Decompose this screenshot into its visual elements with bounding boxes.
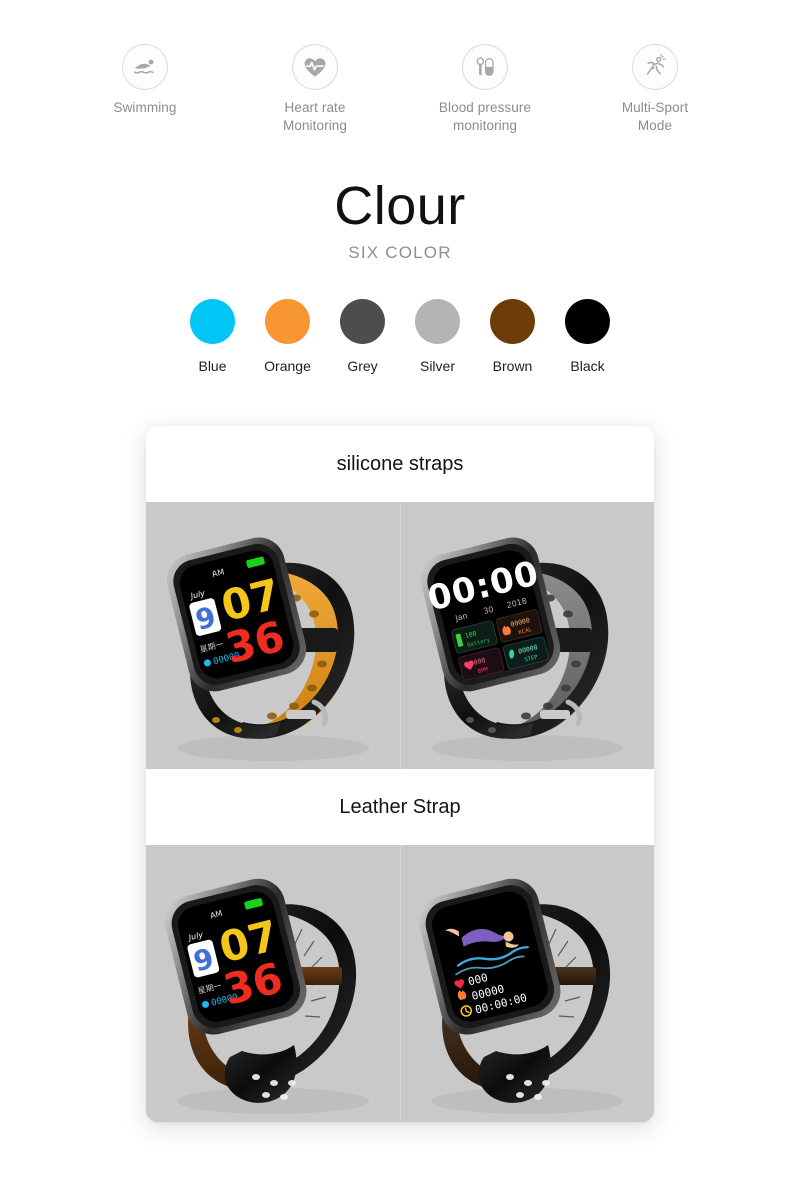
feature-blood-pressure: Blood pressure monitoring <box>427 44 543 135</box>
watch-silicone-grey[interactable]: 00:00 Jan 30 2018 100 Battery 00000 KCAL… <box>400 502 654 769</box>
color-label: Blue <box>198 358 227 375</box>
feature-heart-rate: Heart rate Monitoring <box>257 44 373 135</box>
page-title: Clour <box>334 176 466 237</box>
color-label: Brown <box>492 358 533 375</box>
color-dot[interactable] <box>565 299 610 345</box>
product-card: silicone straps AM July 9 星期一 00000 07 3… <box>146 426 654 1122</box>
heart-rate-icon <box>292 44 338 90</box>
watch-leather-black[interactable]: 000 00000 00:00:00 <box>400 845 654 1122</box>
feature-strip: Swimming Heart rate Monitoring Blood pres… <box>0 0 800 135</box>
watch-image: AM July 9 星期一 00000 07 36 <box>146 502 400 769</box>
page-subtitle: SIX COLOR <box>348 243 452 263</box>
panel-row-silicone: AM July 9 星期一 00000 07 36 00:00 Jan 30 2… <box>146 502 654 769</box>
color-label: Orange <box>264 358 311 375</box>
blood-pressure-icon <box>462 44 508 90</box>
running-icon <box>632 44 678 90</box>
watch-image: 000 00000 00:00:00 <box>400 845 654 1122</box>
color-swatch-list: Blue Orange Grey Silver Brown Black <box>0 299 800 374</box>
color-option-silver[interactable]: Silver <box>415 299 460 374</box>
color-dot[interactable] <box>490 299 535 345</box>
swimming-icon <box>122 44 168 90</box>
watch-image: AM July 9 星期一 00000 07 36 <box>146 845 400 1122</box>
feature-label: Swimming <box>113 100 177 115</box>
color-option-grey[interactable]: Grey <box>340 299 385 374</box>
section-heading-leather: Leather Strap <box>146 769 654 845</box>
color-option-blue[interactable]: Blue <box>190 299 235 374</box>
color-dot[interactable] <box>190 299 235 345</box>
color-dot[interactable] <box>340 299 385 345</box>
color-option-orange[interactable]: Orange <box>264 299 311 375</box>
feature-swimming: Swimming <box>87 44 203 117</box>
watch-image: 00:00 Jan 30 2018 100 Battery 00000 KCAL… <box>400 502 654 769</box>
watch-leather-brown[interactable]: AM July 9 星期一 00000 07 36 <box>146 845 400 1122</box>
color-label: Silver <box>419 358 455 375</box>
color-label: Black <box>570 358 605 375</box>
color-label: Grey <box>347 358 378 375</box>
feature-label: Blood pressure monitoring <box>438 100 532 134</box>
panel-row-leather: AM July 9 星期一 00000 07 36 000 00000 00:0… <box>146 845 654 1122</box>
color-option-brown[interactable]: Brown <box>490 299 535 374</box>
watch-silicone-orange[interactable]: AM July 9 星期一 00000 07 36 <box>146 502 400 769</box>
brand-block: Clour SIX COLOR <box>0 179 800 263</box>
feature-label: Heart rate Monitoring <box>282 100 348 134</box>
feature-multi-sport: Multi-Sport Mode <box>597 44 713 135</box>
color-option-black[interactable]: Black <box>565 299 610 374</box>
feature-label: Multi-Sport Mode <box>621 100 689 134</box>
color-dot[interactable] <box>415 299 460 345</box>
section-heading-silicone: silicone straps <box>146 426 654 502</box>
color-dot[interactable] <box>265 299 310 345</box>
